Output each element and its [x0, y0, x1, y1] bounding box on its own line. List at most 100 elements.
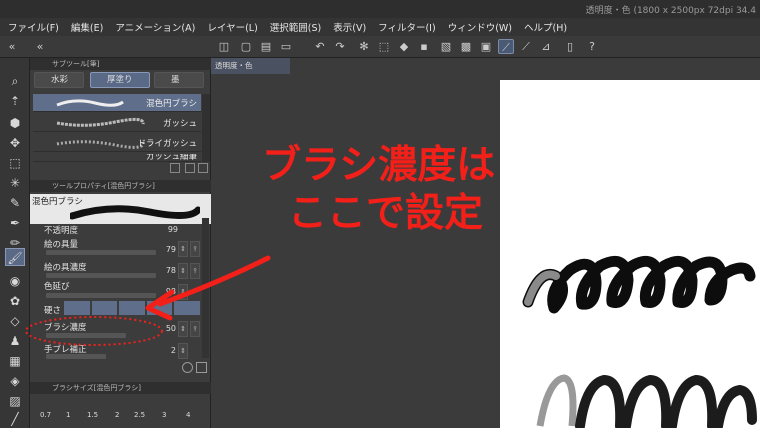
menu-view[interactable]: 表示(V): [333, 20, 366, 34]
gradient-icon[interactable]: ▨: [5, 392, 25, 410]
prop-value[interactable]: 2: [156, 346, 176, 355]
canvas-paper[interactable]: [500, 80, 760, 428]
slider-track[interactable]: [46, 293, 156, 298]
menu-help[interactable]: ヘルプ(H): [524, 20, 567, 34]
save-icon[interactable]: ▭: [278, 39, 294, 54]
eraser-icon[interactable]: ◇: [5, 312, 25, 330]
invert-icon[interactable]: ▩: [458, 39, 474, 54]
brush-size-option[interactable]: 2: [115, 411, 119, 419]
brush-icon[interactable]: 🖌: [5, 248, 25, 266]
brush-name: ガッシュ: [162, 119, 197, 129]
device-icon[interactable]: ▯: [562, 39, 578, 54]
pen-pressure-icon[interactable]: ⫯: [190, 321, 200, 337]
ruler-snap-icon[interactable]: ⟋: [498, 39, 514, 54]
delete-icon[interactable]: [198, 163, 208, 173]
blend-icon[interactable]: ♟: [5, 332, 25, 350]
menu-file[interactable]: ファイル(F): [8, 20, 59, 34]
add-icon[interactable]: [170, 163, 180, 173]
spin-icon[interactable]: ⇕: [178, 241, 188, 257]
snap-grid-icon[interactable]: ⊿: [538, 39, 554, 54]
fill-icon[interactable]: ◆: [396, 39, 412, 54]
transform-icon[interactable]: ⬚: [376, 39, 392, 54]
airbrush-icon[interactable]: ◉: [5, 272, 25, 290]
spinner-icon[interactable]: ✻: [356, 39, 372, 54]
zoom-icon[interactable]: ⌕: [5, 72, 25, 90]
copy-icon[interactable]: [185, 163, 195, 173]
brush-size-option[interactable]: 3: [162, 411, 166, 419]
brush-item[interactable]: ガッシュ細筆: [33, 154, 201, 162]
app-icon[interactable]: ◫: [216, 39, 232, 54]
prop-value[interactable]: 50: [156, 324, 176, 333]
clear-icon[interactable]: ▪: [416, 39, 432, 54]
open-icon[interactable]: ▤: [258, 39, 274, 54]
prop-value[interactable]: 98: [156, 287, 176, 296]
magic-wand-icon[interactable]: ✳: [5, 174, 25, 192]
prop-label: 硬さ: [44, 306, 62, 316]
hardness-step[interactable]: [119, 301, 145, 315]
hardness-step[interactable]: [146, 301, 173, 315]
hardness-selector[interactable]: [64, 301, 200, 315]
tab-watercolor-label: 水彩: [51, 75, 69, 85]
slider-track[interactable]: [46, 273, 156, 278]
new-file-icon[interactable]: ▢: [238, 39, 254, 54]
slider-track[interactable]: [46, 250, 156, 255]
selection-icon[interactable]: ▣: [478, 39, 494, 54]
brush-item[interactable]: ガッシュ: [33, 114, 201, 132]
pen-pressure-icon[interactable]: ⫯: [190, 263, 200, 279]
title-bar: 透明度・色 (1800 x 2500px 72dpi 34.4: [0, 0, 760, 18]
settings-icon[interactable]: [182, 362, 193, 373]
spin-icon[interactable]: ⇕: [178, 263, 188, 279]
brush-size-option[interactable]: 1.5: [87, 411, 98, 419]
spin-icon[interactable]: ⇕: [178, 321, 188, 337]
redo-icon[interactable]: ↷: [332, 39, 348, 54]
hardness-step[interactable]: [64, 301, 90, 315]
menu-selection[interactable]: 選択範囲(S): [270, 20, 321, 34]
brush-name: ガッシュ細筆: [145, 154, 197, 162]
property-scrollbar[interactable]: [202, 218, 209, 358]
menu-filter[interactable]: フィルター(I): [378, 20, 436, 34]
brush-item-selected[interactable]: 混色円ブラシ: [33, 94, 201, 112]
spin-icon[interactable]: ⇕: [178, 284, 188, 300]
brush-size-option[interactable]: 0.7: [40, 411, 51, 419]
hardness-step[interactable]: [91, 301, 118, 315]
brush-size-option[interactable]: 2.5: [134, 411, 145, 419]
slider-track[interactable]: [46, 354, 106, 359]
document-tab[interactable]: 透明度・色: [211, 58, 290, 74]
slider-track[interactable]: [46, 333, 126, 338]
line-icon[interactable]: ╱: [5, 410, 25, 428]
deselect-icon[interactable]: ▧: [438, 39, 454, 54]
snap-ruler-icon[interactable]: ⟋: [518, 39, 534, 54]
operation-icon[interactable]: ⬢: [5, 114, 25, 132]
tab-ink[interactable]: 墨: [154, 72, 204, 88]
pen-pressure-icon[interactable]: ⫯: [190, 241, 200, 257]
menu-animation[interactable]: アニメーション(A): [115, 20, 195, 34]
pen-icon[interactable]: ✒: [5, 214, 25, 232]
decoration-icon[interactable]: ✿: [5, 292, 25, 310]
selection-tool-icon[interactable]: ⬚: [5, 154, 25, 172]
tab-watercolor[interactable]: 水彩: [34, 72, 84, 88]
figure-icon[interactable]: ▦: [5, 352, 25, 370]
eyedropper-icon[interactable]: ✎: [5, 194, 25, 212]
scrollbar[interactable]: [202, 94, 210, 162]
collapse-right-icon[interactable]: «: [32, 39, 48, 54]
wrench-icon[interactable]: [196, 362, 207, 373]
brush-size-option[interactable]: 1: [66, 411, 70, 419]
collapse-icon[interactable]: «: [4, 39, 20, 54]
prop-value[interactable]: 79: [156, 245, 176, 254]
tab-impasto[interactable]: 厚塗り: [90, 72, 150, 88]
hardness-step[interactable]: [174, 301, 200, 315]
fill-tool-icon[interactable]: ◈: [5, 372, 25, 390]
prop-value[interactable]: 78: [156, 266, 176, 275]
brush-size-option[interactable]: 4: [186, 411, 190, 419]
prop-value[interactable]: 99: [158, 225, 178, 234]
move-layer-icon[interactable]: ✥: [5, 134, 25, 152]
tool-panel: サブツール[筆] 水彩 厚塗り 墨 混色円ブラシ ガッシュ ドライガッシュ ガッ…: [30, 58, 211, 428]
spin-icon[interactable]: ⇕: [178, 343, 188, 359]
brush-item[interactable]: ドライガッシュ: [33, 134, 201, 152]
help-icon[interactable]: ?: [584, 39, 600, 54]
undo-icon[interactable]: ↶: [312, 39, 328, 54]
menu-layer[interactable]: レイヤー(L): [207, 20, 257, 34]
menu-edit[interactable]: 編集(E): [71, 20, 103, 34]
move-icon[interactable]: ⇡: [5, 92, 25, 110]
menu-window[interactable]: ウィンドウ(W): [448, 20, 512, 34]
